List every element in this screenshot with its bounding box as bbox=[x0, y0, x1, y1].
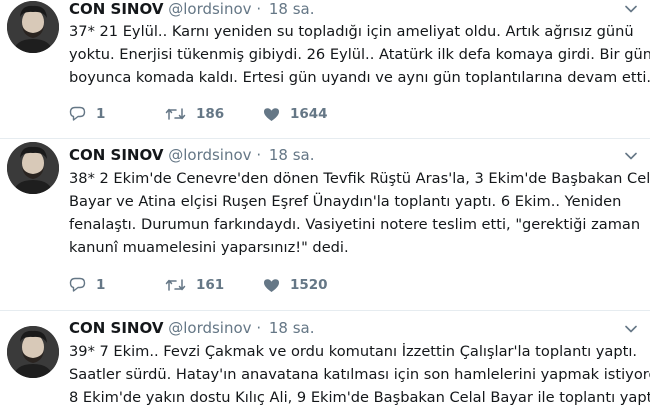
reply-icon bbox=[69, 277, 86, 292]
timestamp[interactable]: 18 sa. bbox=[269, 319, 315, 337]
avatar[interactable] bbox=[7, 326, 59, 378]
retweet-icon bbox=[165, 279, 186, 291]
avatar-image bbox=[7, 1, 59, 53]
tweet-header: CON SINOV @lordsinov · 18 sa. bbox=[69, 0, 610, 18]
display-name[interactable]: CON SINOV bbox=[69, 0, 163, 18]
timestamp[interactable]: 18 sa. bbox=[269, 0, 315, 18]
tweet-text-line: 38* 2 Ekim'de Cenevre'den dönen Tevfik R… bbox=[69, 170, 650, 187]
chevron-down-icon[interactable] bbox=[624, 149, 638, 163]
tweet-text-line: 8 Ekim'de yakın dostu Kılıç Ali, 9 Ekim'… bbox=[69, 389, 650, 406]
avatar[interactable] bbox=[7, 1, 59, 53]
heart-icon bbox=[264, 278, 279, 292]
chevron-down-icon[interactable] bbox=[624, 2, 638, 16]
like-count: 1520 bbox=[290, 277, 328, 293]
tweet-text: 38* 2 Ekim'de Cenevre'den dönen Tevfik R… bbox=[69, 167, 650, 259]
tweet[interactable]: CON SINOV @lordsinov · 18 sa. 39* 7 Ekim… bbox=[0, 311, 650, 415]
avatar-image bbox=[7, 142, 59, 194]
retweet-button[interactable]: 161 bbox=[165, 275, 224, 295]
tweet[interactable]: CON SINOV @lordsinov · 18 sa. 38* 2 Ekim… bbox=[0, 139, 650, 311]
separator-dot: · bbox=[256, 0, 262, 18]
tweet-text-line: boyunca komada kaldı. Ertesi gün uyandı … bbox=[69, 69, 650, 86]
like-button[interactable]: 1520 bbox=[263, 275, 328, 295]
reply-button[interactable]: 1 bbox=[69, 104, 105, 124]
tweet-feed: CON SINOV @lordsinov · 18 sa. 37* 21 Eyl… bbox=[0, 0, 650, 415]
tweet-text: 37* 21 Eylül.. Karnı yeniden su topladığ… bbox=[69, 20, 650, 89]
tweet-text-line: Saatler sürdü. Hatay'ın anavatana katılm… bbox=[69, 366, 650, 383]
tweet-header: CON SINOV @lordsinov · 18 sa. bbox=[69, 319, 610, 337]
username[interactable]: @lordsinov bbox=[168, 0, 251, 18]
display-name[interactable]: CON SINOV bbox=[69, 319, 163, 337]
chevron-down-icon[interactable] bbox=[624, 322, 638, 336]
timestamp[interactable]: 18 sa. bbox=[269, 146, 315, 164]
reply-count: 1 bbox=[96, 106, 106, 122]
tweet-header: CON SINOV @lordsinov · 18 sa. bbox=[69, 146, 610, 164]
tweet-text-line: fenalaştı. Durumun farkındaydı. Vasiyeti… bbox=[69, 216, 641, 233]
reply-icon bbox=[69, 106, 86, 121]
reply-count: 1 bbox=[96, 277, 106, 293]
separator-dot: · bbox=[256, 319, 262, 337]
display-name[interactable]: CON SINOV bbox=[69, 146, 163, 164]
like-count: 1644 bbox=[290, 106, 328, 122]
avatar-image bbox=[7, 326, 59, 378]
tweet[interactable]: CON SINOV @lordsinov · 18 sa. 37* 21 Eyl… bbox=[0, 0, 650, 139]
separator-dot: · bbox=[256, 146, 262, 164]
tweet-text-line: yoktu. Enerjisi tükenmiş gibiydi. 26 Eyl… bbox=[69, 46, 650, 63]
retweet-count: 186 bbox=[196, 106, 225, 122]
heart-icon bbox=[264, 107, 279, 121]
tweet-text-line: 37* 21 Eylül.. Karnı yeniden su topladığ… bbox=[69, 23, 634, 40]
tweet-text: 39* 7 Ekim.. Fevzi Çakmak ve ordu komuta… bbox=[69, 340, 650, 409]
tweet-text-line: kanunî muamelesini yaparsınız!" dedi. bbox=[69, 239, 349, 256]
tweet-text-line: 39* 7 Ekim.. Fevzi Çakmak ve ordu komuta… bbox=[69, 343, 638, 360]
retweet-count: 161 bbox=[196, 277, 225, 293]
reply-button[interactable]: 1 bbox=[69, 275, 105, 295]
retweet-icon bbox=[165, 108, 186, 120]
avatar[interactable] bbox=[7, 142, 59, 194]
retweet-button[interactable]: 186 bbox=[165, 104, 224, 124]
username[interactable]: @lordsinov bbox=[168, 146, 251, 164]
tweet-text-line: Bayar ve Atina elçisi Ruşen Eşref Ünaydı… bbox=[69, 193, 622, 210]
username[interactable]: @lordsinov bbox=[168, 319, 251, 337]
like-button[interactable]: 1644 bbox=[263, 104, 328, 124]
